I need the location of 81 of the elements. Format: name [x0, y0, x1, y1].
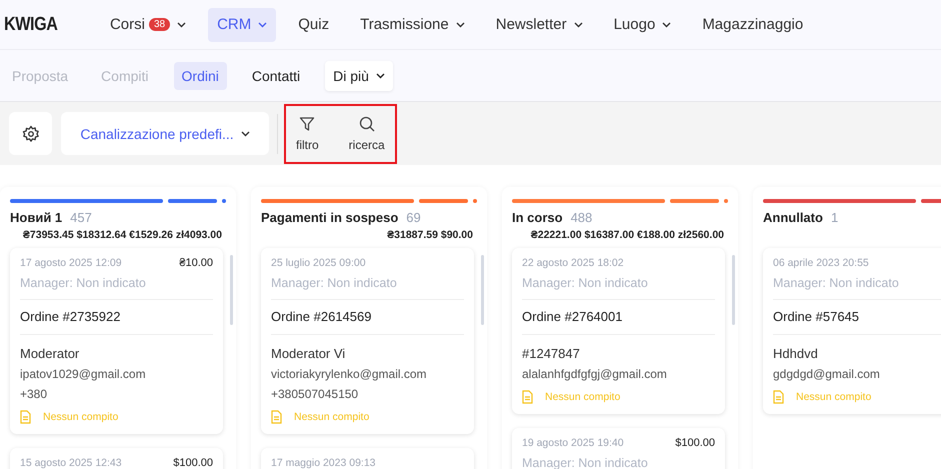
contact-email: alalanhfgdfgfgj@gmail.com	[522, 367, 667, 381]
manager-label: Manager: Non indicato	[271, 276, 397, 290]
order-amount: ₴10.00	[179, 257, 213, 269]
order-number: Ordine #57645	[773, 309, 860, 324]
search-icon	[358, 116, 375, 132]
column-count: 457	[70, 210, 92, 225]
manager-label: Manager: Non indicato	[773, 276, 899, 290]
chevron-down-icon	[177, 22, 186, 28]
scrollbar[interactable]	[732, 255, 735, 325]
column-totals: ₴22221.00 $16387.00 €188.00 zł2560.00	[530, 229, 724, 241]
nav-item[interactable]: Magazzinaggio	[693, 8, 812, 42]
order-number: Ordine #2735922	[20, 309, 120, 324]
column-count: 69	[406, 210, 421, 225]
task-status: Nessun compito	[545, 391, 620, 403]
settings-icon	[22, 124, 40, 142]
manager-label: Manager: Non indicato	[20, 276, 146, 290]
chevron-down-icon	[376, 72, 385, 78]
settings-button[interactable]	[9, 112, 52, 155]
manager-label: Manager: Non indicato	[522, 276, 648, 290]
count-badge: 38	[148, 18, 170, 31]
order-number: Ordine #2614569	[271, 309, 372, 324]
column-totals: ₴73953.45 $18312.64 €1529.26 zł4093.00	[22, 229, 222, 241]
tab[interactable]: Contatti	[244, 62, 308, 90]
nav-item[interactable]: Quiz	[289, 8, 338, 42]
contact-email: ipatov1029@gmail.com	[20, 367, 146, 381]
nav-item[interactable]: Luogo	[604, 8, 680, 42]
order-number: Ordine #2764001	[522, 309, 622, 324]
chevron-down-icon	[456, 22, 465, 28]
order-date: 06 aprile 2023 20:55	[773, 257, 869, 269]
document-icon	[522, 390, 533, 404]
column-title: In corso	[512, 210, 563, 225]
tab[interactable]: Ordini	[174, 62, 227, 90]
column-title: Pagamenti in sospeso	[261, 210, 398, 225]
contact-name: Hdhdvd	[773, 346, 818, 361]
order-card[interactable]: 25 luglio 2025 09:00 Manager: Non indicato Ordine #2614569 Moderator Vi victoriakyrylenko@gmail.com +380507045150 Nessun compito	[261, 248, 474, 434]
document-icon	[271, 410, 282, 424]
order-card[interactable]: 15 agosto 2025 12:43 $100.00	[10, 448, 223, 469]
contact-phone: +380	[20, 387, 48, 401]
nav-item[interactable]: Trasmissione	[351, 8, 474, 42]
column-totals: ₴31887.59 $90.00	[387, 229, 473, 241]
contact-email: victoriakyrylenko@gmail.com	[271, 367, 427, 381]
nav-item[interactable]: Corsi 38	[100, 8, 196, 42]
filter-button[interactable]: filtro	[290, 116, 325, 152]
column-title: Annullato	[763, 210, 823, 225]
more-dropdown[interactable]: Di più	[325, 60, 393, 90]
search-button[interactable]: ricerca	[342, 116, 391, 152]
nav-item[interactable]: Newsletter	[486, 8, 592, 42]
chevron-down-icon	[662, 22, 672, 28]
filter-icon	[299, 116, 316, 132]
order-date: 17 agosto 2025 12:09	[20, 257, 122, 269]
order-date: 25 luglio 2025 09:00	[271, 257, 366, 269]
order-date: 17 maggio 2023 09:13	[271, 457, 376, 469]
order-date: 15 agosto 2025 12:43	[20, 457, 122, 469]
logo[interactable]: KWIGA	[4, 14, 58, 36]
order-date: 22 agosto 2025 18:02	[522, 257, 624, 269]
order-amount: $100.00	[675, 437, 715, 449]
contact-name: Moderator	[20, 346, 80, 361]
chevron-down-icon	[240, 130, 250, 136]
contact-name: #1247847	[522, 346, 580, 361]
order-card[interactable]: 17 agosto 2025 12:09 ₴10.00 Manager: Non indicato Ordine #2735922 Moderator ipatov1029@gmail.com +380 Nessun compito	[10, 248, 223, 434]
task-status: Nessun compito	[796, 391, 872, 403]
scrollbar[interactable]	[230, 255, 233, 325]
pipeline-select[interactable]: Canalizzazione predefi...	[61, 112, 269, 155]
task-status: Nessun compito	[43, 411, 118, 423]
column-count: 1	[830, 210, 838, 225]
contact-name: Moderator Vi	[271, 346, 346, 361]
chevron-down-icon	[574, 22, 583, 28]
document-icon	[20, 410, 31, 424]
task-status: Nessun compito	[294, 411, 370, 423]
column-count: 488	[570, 210, 592, 225]
nav-item[interactable]: CRM	[208, 8, 276, 42]
contact-phone: +380507045150	[271, 387, 358, 401]
contact-email: gdgdgd@gmail.com	[773, 367, 880, 381]
document-icon	[773, 390, 784, 404]
chevron-down-icon	[258, 22, 268, 28]
column-title: Новий 1	[10, 210, 62, 225]
order-date: 19 agosto 2025 19:40	[522, 437, 624, 449]
scrollbar[interactable]	[481, 255, 484, 325]
order-card[interactable]: 06 aprile 2023 20:55 Manager: Non indicato Ordine #57645 Hdhdvd gdgdgd@gmail.com Nessun compito	[763, 248, 941, 414]
order-amount: $100.00	[173, 457, 213, 469]
order-card[interactable]: 22 agosto 2025 18:02 Manager: Non indicato Ordine #2764001 #1247847 alalanhfgdfgfgj@gmail.com Nessun compito	[512, 248, 725, 414]
